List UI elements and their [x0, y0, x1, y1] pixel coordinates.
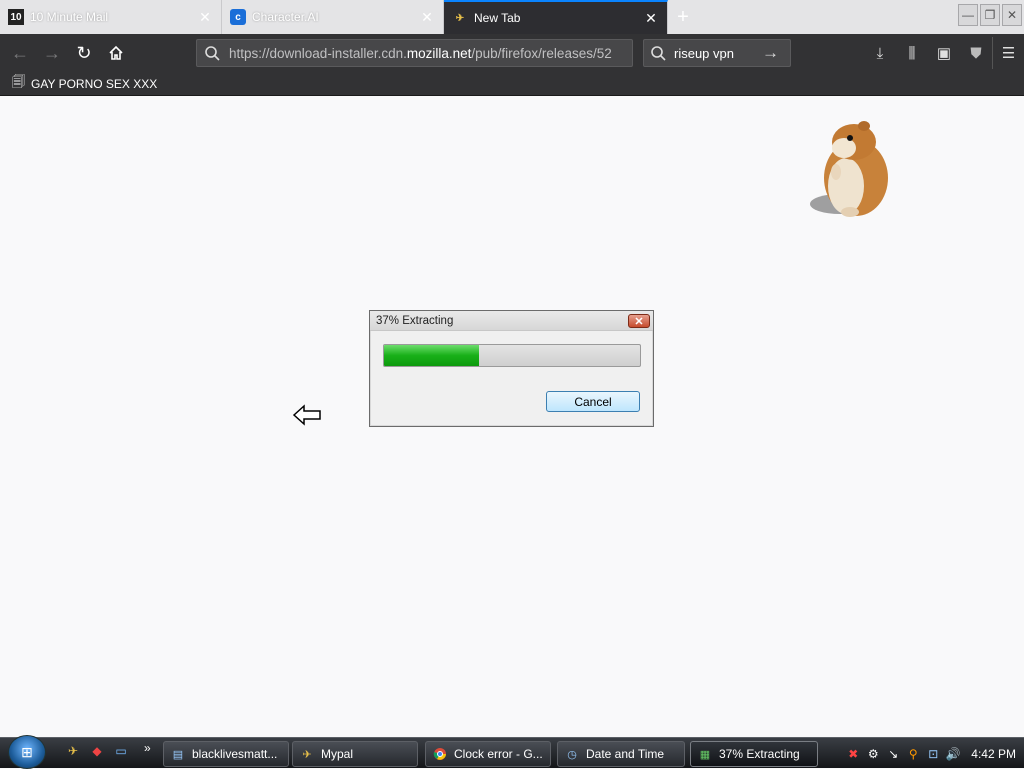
home-icon — [109, 45, 123, 60]
start-button[interactable]: ⊞ — [8, 735, 46, 769]
page-content: 37% Extracting ✕ Cancel — [0, 96, 1024, 737]
reload-button[interactable]: ↻ — [68, 37, 100, 69]
progress-bar — [383, 344, 641, 367]
taskbar-item[interactable]: ✈ Mypal — [292, 741, 418, 767]
show-desktop-icon[interactable]: ▭ — [112, 742, 130, 760]
home-button[interactable] — [100, 37, 132, 69]
tab-strip: 10 10 Minute Mail ✕ c Character.AI ✕ ✈ N… — [0, 0, 1024, 34]
cancel-button[interactable]: Cancel — [546, 391, 640, 412]
taskbar-item[interactable]: ▤ blacklivesmatt... — [163, 741, 289, 767]
sidebar-button[interactable]: ▣ — [928, 37, 960, 69]
search-icon — [205, 46, 220, 61]
taskbar-item[interactable]: Clock error - G... — [425, 741, 551, 767]
close-tab-icon[interactable]: ✕ — [419, 9, 435, 26]
forward-arrow-icon: → — [43, 42, 61, 63]
hamburger-menu-icon: ☰ — [1001, 45, 1016, 62]
tab-new-tab[interactable]: ✈ New Tab ✕ — [444, 0, 668, 34]
search-input[interactable]: riseup vpn — [674, 46, 762, 61]
url-path: /pub/firefox/releases/52 — [471, 45, 612, 61]
taskbar-item-label: 37% Extracting — [719, 747, 800, 761]
mouse-cursor-left-arrow-icon — [292, 404, 321, 426]
library-icon: ⫼ — [908, 44, 916, 62]
download-icon: ⤓ — [876, 44, 884, 62]
tab-character-ai[interactable]: c Character.AI ✕ — [222, 0, 444, 34]
character-ai-icon: c — [230, 9, 246, 25]
clock[interactable]: 4:42 PM — [971, 747, 1016, 761]
bookmarks-toolbar: 🗐 GAY PORNO SEX XXX — [0, 72, 1024, 96]
sidebar-icon: ▣ — [936, 45, 952, 62]
toolbar-right-icons: ⤓ ⫼ ▣ ⛊ ☰ — [864, 34, 1024, 72]
quick-launch-overflow-icon[interactable]: » — [144, 741, 151, 755]
tab-label: New Tab — [474, 11, 521, 25]
chrome-icon — [432, 746, 448, 762]
quick-launch-app-icon[interactable]: ◆ — [88, 742, 106, 760]
forward-button[interactable]: → — [36, 37, 68, 69]
navigation-toolbar: ← → ↻ https://download-installer.cdn. moz… — [0, 34, 1024, 72]
close-tab-icon[interactable]: ✕ — [197, 9, 213, 26]
close-icon: ✕ — [634, 315, 644, 328]
new-tab-button[interactable]: + — [668, 0, 698, 34]
ublock-button[interactable]: ⛊ — [960, 37, 992, 69]
volume-icon[interactable]: 🔊 — [945, 746, 961, 762]
tab-label: Character.AI — [252, 10, 319, 24]
app-tray-icon[interactable]: ⚙ — [865, 746, 881, 762]
back-button[interactable]: ← — [4, 37, 36, 69]
hamster-image — [810, 121, 888, 217]
dialog-title: 37% Extracting — [370, 311, 653, 331]
browser-logo-icon: ✈ — [302, 748, 312, 761]
library-button[interactable]: ⫼ — [896, 37, 928, 69]
shield-icon: ⛊ — [970, 44, 982, 62]
windows-logo-icon: ⊞ — [21, 743, 33, 760]
bookmark-page-icon: 🗐 — [12, 73, 25, 89]
windows-taskbar: ⊞ ✈ ◆ ▭ » ▤ blacklivesmatt... ✈ Mypal Cl… — [0, 735, 1024, 769]
taskbar-item-label: Clock error - G... — [454, 747, 543, 761]
url-prefix: https://download-installer.cdn. — [229, 45, 407, 61]
quick-launch: ✈ ◆ ▭ — [64, 742, 130, 760]
window-controls: — ❐ ✕ — [958, 4, 1022, 26]
extracting-dialog: 37% Extracting ✕ Cancel — [369, 310, 654, 427]
bookmark-item[interactable]: 🗐 GAY PORNO SEX XXX — [12, 73, 157, 95]
arrow-tray-icon[interactable]: ↘ — [885, 746, 901, 762]
progress-fill — [384, 345, 479, 366]
system-tray: ✖ ⚙ ↘ ⚲ ⊡ 🔊 4:42 PM — [845, 738, 1024, 769]
search-bar[interactable]: riseup vpn → — [643, 39, 791, 67]
close-window-button[interactable]: ✕ — [1002, 4, 1022, 26]
network-icon[interactable]: ⊡ — [925, 746, 941, 762]
close-tab-icon[interactable]: ✕ — [643, 10, 659, 27]
ten-minute-mail-icon: 10 — [8, 9, 24, 25]
taskbar-item-active[interactable]: ▦ 37% Extracting — [690, 741, 818, 767]
taskbar-item-label: Mypal — [321, 747, 354, 761]
security-alert-icon[interactable]: ✖ — [845, 746, 861, 762]
tab-label: 10 Minute Mail — [30, 10, 109, 24]
taskbar-item-label: blacklivesmatt... — [192, 747, 278, 761]
minimize-button[interactable]: — — [958, 4, 978, 26]
menu-button[interactable]: ☰ — [992, 37, 1024, 69]
installer-icon: ▦ — [699, 748, 711, 761]
url-domain: mozilla.net — [406, 45, 472, 61]
downloads-button[interactable]: ⤓ — [864, 37, 896, 69]
document-icon: ▤ — [172, 748, 184, 761]
quick-launch-browser-icon[interactable]: ✈ — [64, 742, 82, 760]
reload-icon: ↻ — [76, 42, 92, 63]
tab-ten-minute-mail[interactable]: 10 10 Minute Mail ✕ — [0, 0, 222, 34]
search-icon — [651, 46, 666, 61]
search-tray-icon[interactable]: ⚲ — [905, 746, 921, 762]
search-go-arrow-icon[interactable]: → — [762, 43, 790, 63]
url-bar[interactable]: https://download-installer.cdn. mozilla.n… — [196, 39, 633, 67]
back-arrow-icon: ← — [11, 42, 29, 63]
bookmark-label: GAY PORNO SEX XXX — [31, 76, 158, 91]
dialog-close-button[interactable]: ✕ — [628, 314, 650, 328]
restore-button[interactable]: ❐ — [980, 4, 1000, 26]
taskbar-item-label: Date and Time — [586, 747, 665, 761]
browser-logo-icon: ✈ — [455, 12, 465, 24]
clock-settings-icon: ◷ — [567, 748, 577, 761]
taskbar-item[interactable]: ◷ Date and Time — [557, 741, 685, 767]
